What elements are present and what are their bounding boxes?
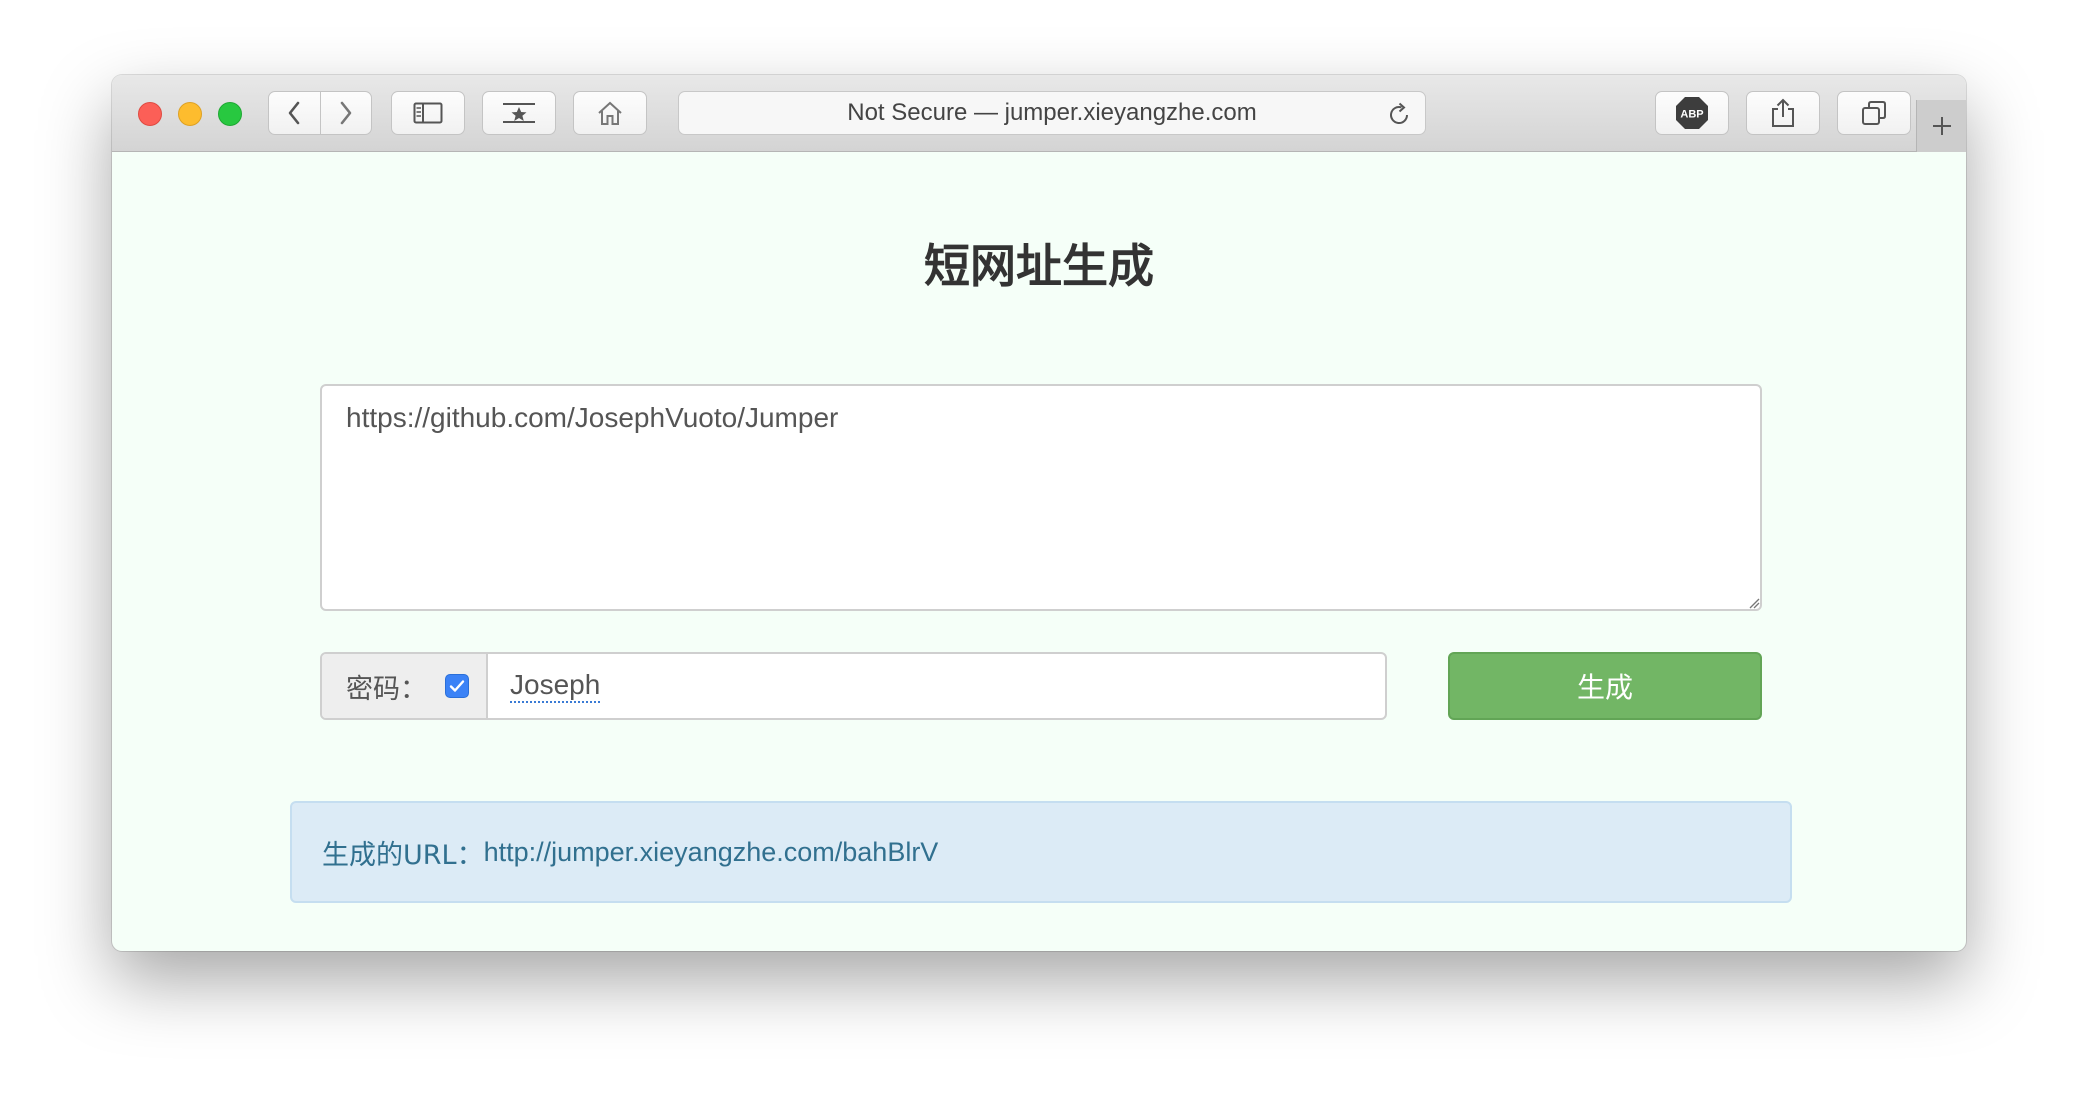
address-bar[interactable]: Not Secure — jumper.xieyangzhe.com [678, 91, 1426, 135]
chevron-left-icon [288, 101, 300, 125]
new-tab-button[interactable] [1916, 100, 1966, 152]
adblock-button[interactable]: ABP [1655, 91, 1729, 135]
bookmarks-button[interactable] [482, 91, 556, 135]
minimize-window-button[interactable] [178, 102, 202, 126]
checkmark-icon [449, 680, 465, 692]
result-label: 生成的URL： [322, 839, 484, 871]
share-icon [1772, 98, 1794, 127]
sidebar-button[interactable] [391, 91, 465, 135]
home-button[interactable] [573, 91, 647, 135]
address-text: Not Secure — jumper.xieyangzhe.com [847, 99, 1257, 126]
sidebar-icon [413, 102, 443, 124]
maximize-window-button[interactable] [218, 102, 242, 126]
long-url-input[interactable]: https://github.com/JosephVuoto/Jumper [320, 384, 1762, 611]
nav-buttons [268, 91, 372, 135]
reload-button[interactable] [1387, 101, 1411, 134]
result-alert: 生成的URL： http://jumper.xieyangzhe.com/bah… [290, 801, 1792, 903]
result-link[interactable]: http://jumper.xieyangzhe.com/bahBlrV [484, 837, 939, 868]
resize-grip-icon[interactable] [1748, 597, 1760, 609]
plus-icon [1932, 117, 1951, 135]
back-button[interactable] [269, 92, 321, 134]
adblock-icon: ABP [1676, 97, 1708, 129]
reload-icon [1390, 102, 1408, 124]
password-checkbox[interactable] [445, 674, 469, 698]
password-label: 密码： [346, 673, 427, 705]
browser-window: Not Secure — jumper.xieyangzhe.com ABP 短… [112, 75, 1966, 951]
bookmarks-star-icon [503, 103, 535, 123]
close-window-button[interactable] [138, 102, 162, 126]
password-group: 密码： Joseph [320, 652, 1387, 720]
generate-button[interactable]: 生成 [1448, 652, 1762, 720]
forward-button[interactable] [321, 92, 372, 134]
page-content: 短网址生成 https://github.com/JosephVuoto/Jum… [112, 152, 1966, 951]
password-input-value: Joseph [510, 669, 601, 704]
svg-text:ABP: ABP [1680, 109, 1703, 121]
password-input[interactable]: Joseph [488, 654, 1385, 718]
share-button[interactable] [1746, 91, 1820, 135]
tabs-overview-button[interactable] [1837, 91, 1911, 135]
browser-toolbar: Not Secure — jumper.xieyangzhe.com ABP [112, 75, 1966, 152]
password-addon: 密码： [322, 654, 488, 718]
home-icon [598, 101, 622, 125]
chevron-right-icon [340, 101, 352, 125]
tabs-overview-icon [1862, 101, 1886, 125]
page-title: 短网址生成 [924, 239, 1154, 293]
